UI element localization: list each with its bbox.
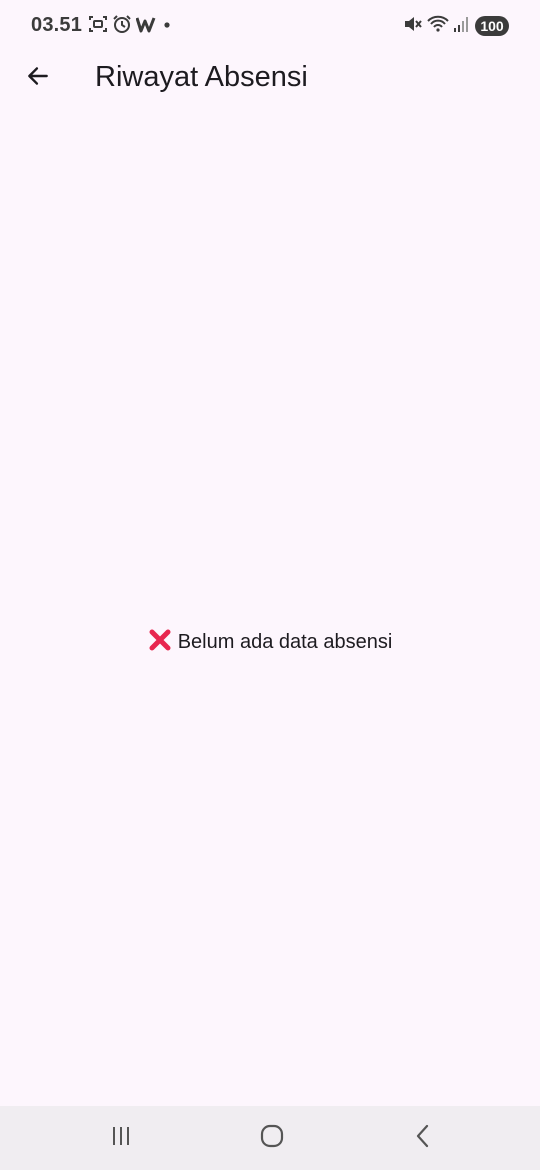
w-app-icon: [135, 14, 156, 39]
signal-icon: [453, 14, 471, 39]
battery-indicator: 100: [475, 16, 509, 36]
mute-icon: [403, 14, 423, 39]
status-right-icons: 100: [403, 15, 509, 37]
status-left-icons: [88, 14, 174, 39]
alarm-icon: [112, 14, 132, 39]
wifi-icon: [427, 14, 449, 39]
arrow-left-icon: [25, 63, 51, 94]
chevron-left-icon: [411, 1123, 435, 1154]
recent-apps-button[interactable]: [91, 1118, 151, 1158]
app-bar: Riwayat Absensi: [0, 52, 540, 104]
home-icon: [259, 1123, 285, 1154]
back-button[interactable]: [14, 54, 62, 102]
status-bar: 03.51 100: [0, 0, 540, 52]
cross-mark-icon: [148, 628, 172, 657]
empty-state: Belum ada data absensi: [0, 628, 540, 656]
system-nav-bar: [0, 1106, 540, 1170]
home-button[interactable]: [242, 1118, 302, 1158]
system-back-button[interactable]: [393, 1118, 453, 1158]
page-title: Riwayat Absensi: [95, 61, 308, 93]
empty-message: Belum ada data absensi: [177, 631, 393, 653]
screenshot-icon: [88, 14, 108, 39]
dot-icon: [160, 14, 174, 39]
recent-apps-icon: [109, 1124, 133, 1153]
status-time: 03.51: [31, 14, 83, 36]
